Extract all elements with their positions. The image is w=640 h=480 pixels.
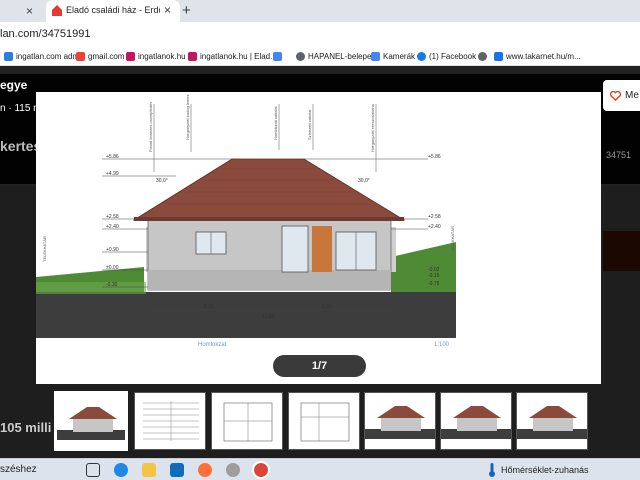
bookmark-kamerak[interactable]: Kamerák (371, 50, 415, 62)
thumbnail-2[interactable] (134, 392, 206, 450)
firefox-icon[interactable] (198, 463, 212, 477)
bookmark-label: www.takarnet.hu/m... (506, 51, 581, 61)
elevation-drawing: Fonott lemezes cserépfedés Horganyzott b… (36, 94, 601, 384)
thumbnail-plan-image (212, 393, 282, 449)
thumbnail-plan-image (289, 393, 359, 449)
bookmark-label: ingatlanok.hu (138, 51, 186, 61)
bookmark-favicon-icon (188, 51, 197, 61)
google-icon (371, 51, 380, 61)
image-counter: 1/7 (273, 355, 366, 377)
thumbnail-table-image (135, 393, 205, 449)
level-label: +2.58 (106, 214, 119, 220)
bookmark-facebook[interactable]: (1) Facebook (417, 50, 476, 62)
level-label: +5.86 (428, 154, 441, 160)
thumbnail-4[interactable] (288, 392, 360, 450)
gallery-image[interactable]: Fonott lemezes cserépfedés Horganyzott b… (36, 92, 601, 384)
thermometer-icon (489, 463, 495, 477)
bookmark-label: (1) Facebook (429, 51, 477, 61)
windows-taskbar: széshez Hőmérséklet-zuhanás (0, 458, 640, 480)
chrome-icon[interactable] (252, 461, 270, 479)
tab-title: Eladó családi ház - Erdőkertes, (66, 5, 160, 15)
thumbnail-house-image (365, 393, 435, 449)
svg-text:Horganyzott ereszcsatorna: Horganyzott ereszcsatorna (370, 103, 375, 152)
bookmark-favicon-icon (126, 51, 135, 61)
level-label: +0.90 (106, 247, 119, 253)
google-icon (273, 51, 282, 61)
level-label: -0.30 (106, 282, 118, 288)
bookmark-ingatlanok-elad[interactable]: ingatlanok.hu | Elad... (188, 50, 277, 62)
level-label: -0.75 (428, 281, 440, 287)
level-label: ±0.00 (106, 265, 119, 271)
globe-icon (478, 51, 487, 61)
outlook-icon[interactable] (170, 463, 184, 477)
gmail-icon (76, 51, 85, 61)
bookmark-hapanel[interactable]: HAPANEL-belepes (296, 50, 375, 62)
browser-tab-strip: × Eladó családi ház - Erdőkertes, × + (0, 0, 640, 22)
level-label: -0.15 (428, 273, 440, 279)
dimension-label: 12,95 (262, 314, 275, 320)
file-explorer-icon[interactable] (142, 463, 156, 477)
thumbnail-house-image (441, 393, 511, 449)
bookmark-label: HAPANEL-belepes (308, 51, 376, 61)
favorite-label: Me (625, 90, 639, 101)
home-favicon-icon (52, 5, 62, 16)
level-label: +2.58 (428, 214, 441, 220)
svg-text:TELEKHATÁR: TELEKHATÁR (450, 226, 455, 252)
page-heading-fragment: egye (0, 78, 28, 92)
heart-icon (610, 90, 621, 101)
address-bar[interactable]: lan.com/34751991 (0, 22, 640, 46)
bookmark-takarnet[interactable]: www.takarnet.hu/m... (494, 50, 581, 62)
bookmark-google[interactable] (273, 50, 285, 62)
facebook-icon (417, 51, 426, 61)
svg-text:Színezett vakolat: Színezett vakolat (307, 109, 312, 140)
edge-icon[interactable] (114, 463, 128, 477)
thumbnail-3[interactable] (211, 392, 283, 450)
thumbnail-6[interactable] (440, 392, 512, 450)
taskbar-search-fragment[interactable]: széshez (0, 464, 37, 475)
bookmark-globe[interactable] (478, 50, 490, 62)
roof-pitch-label: 30,0° (358, 178, 370, 184)
app-icon[interactable] (226, 463, 240, 477)
level-label: +2.40 (106, 224, 119, 230)
drawing-caption: Homlokzat (198, 342, 227, 348)
url-text: lan.com/34751991 (0, 28, 91, 40)
bookmarks-bar: ingatlan.com admin gmail.com ingatlanok.… (0, 46, 640, 66)
level-label: +4.99 (106, 171, 119, 177)
listing-id-fragment: 34751 (606, 150, 632, 160)
thumbnail-house-image (57, 394, 125, 448)
weather-text: Hőmérséklet-zuhanás (501, 465, 589, 475)
level-label: +2.40 (428, 224, 441, 230)
weather-widget[interactable]: Hőmérséklet-zuhanás (488, 463, 589, 477)
bookmark-ingatlanok[interactable]: ingatlanok.hu (126, 50, 186, 62)
svg-text:TELEKHATÁR: TELEKHATÁR (42, 236, 47, 262)
bookmark-label: gmail.com (88, 51, 125, 61)
thumbnail-7[interactable] (516, 392, 588, 450)
thumbnail-1[interactable] (54, 391, 128, 451)
bookmark-gmail[interactable]: gmail.com (76, 50, 124, 62)
roof-pitch-label: 30,0° (156, 178, 168, 184)
favorite-button[interactable]: Me (603, 80, 640, 111)
svg-text:Horganyzott bádog lemez: Horganyzott bádog lemez (185, 94, 190, 140)
dimension-label: 6,30 (322, 304, 332, 310)
bookmark-label: ingatlan.com admin (16, 51, 86, 61)
svg-text:Fonott lemezes cserépfedés: Fonott lemezes cserépfedés (148, 102, 153, 152)
bookmark-ingatlan-admin[interactable]: ingatlan.com admin (4, 50, 85, 62)
bookmark-label: Kamerák (383, 51, 416, 61)
tab-close-icon[interactable]: × (26, 4, 33, 18)
tab-close-icon[interactable]: × (164, 3, 171, 17)
tab-active[interactable]: Eladó családi ház - Erdőkertes, × (46, 0, 180, 22)
thumbnail-house-image (517, 393, 587, 449)
bookmark-favicon-icon (4, 51, 13, 61)
task-view-icon[interactable] (86, 463, 100, 477)
thumbnail-strip (0, 391, 640, 456)
new-tab-button[interactable]: + (182, 2, 191, 19)
bookmark-label: ingatlanok.hu | Elad... (200, 51, 277, 61)
takarnet-icon (494, 51, 503, 61)
globe-icon (296, 51, 305, 61)
thumbnail-5[interactable] (364, 392, 436, 450)
dimension-label: 6,30 (204, 304, 214, 310)
drawing-scale: 1:100 (434, 342, 450, 348)
level-label: +5.86 (106, 154, 119, 160)
svg-text:Homlokzati vakolat: Homlokzati vakolat (273, 106, 278, 140)
